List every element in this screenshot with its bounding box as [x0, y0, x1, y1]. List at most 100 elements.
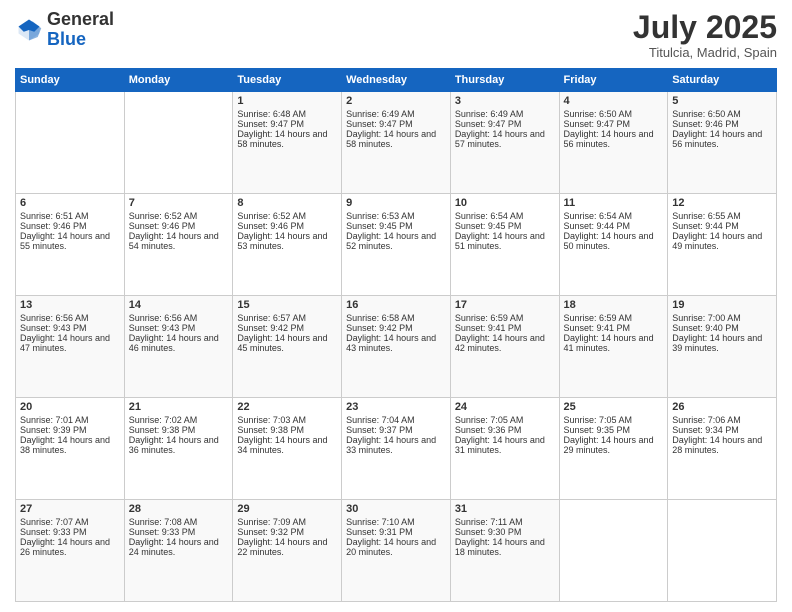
day-number: 13	[20, 299, 120, 311]
table-row: 1Sunrise: 6:48 AMSunset: 9:47 PMDaylight…	[233, 92, 342, 194]
logo-text: General Blue	[47, 10, 114, 50]
table-row: 19Sunrise: 7:00 AMSunset: 9:40 PMDayligh…	[668, 296, 777, 398]
table-row: 22Sunrise: 7:03 AMSunset: 9:38 PMDayligh…	[233, 398, 342, 500]
day-info: Sunrise: 7:03 AM	[237, 415, 337, 425]
day-info: Daylight: 14 hours and 46 minutes.	[129, 333, 229, 353]
day-number: 10	[455, 197, 555, 209]
table-row: 7Sunrise: 6:52 AMSunset: 9:46 PMDaylight…	[124, 194, 233, 296]
day-info: Daylight: 14 hours and 34 minutes.	[237, 435, 337, 455]
day-info: Daylight: 14 hours and 53 minutes.	[237, 231, 337, 251]
logo-icon	[15, 16, 43, 44]
day-info: Daylight: 14 hours and 51 minutes.	[455, 231, 555, 251]
table-row: 29Sunrise: 7:09 AMSunset: 9:32 PMDayligh…	[233, 500, 342, 602]
table-row	[559, 500, 668, 602]
day-info: Sunrise: 6:57 AM	[237, 313, 337, 323]
day-number: 4	[564, 95, 664, 107]
day-number: 28	[129, 503, 229, 515]
day-info: Sunset: 9:47 PM	[455, 119, 555, 129]
day-number: 5	[672, 95, 772, 107]
day-info: Sunrise: 6:56 AM	[129, 313, 229, 323]
col-friday: Friday	[559, 69, 668, 92]
day-info: Daylight: 14 hours and 55 minutes.	[20, 231, 120, 251]
table-row: 12Sunrise: 6:55 AMSunset: 9:44 PMDayligh…	[668, 194, 777, 296]
day-number: 26	[672, 401, 772, 413]
day-info: Sunrise: 7:09 AM	[237, 517, 337, 527]
table-row: 31Sunrise: 7:11 AMSunset: 9:30 PMDayligh…	[450, 500, 559, 602]
calendar-week-row: 13Sunrise: 6:56 AMSunset: 9:43 PMDayligh…	[16, 296, 777, 398]
day-number: 16	[346, 299, 446, 311]
table-row: 27Sunrise: 7:07 AMSunset: 9:33 PMDayligh…	[16, 500, 125, 602]
day-info: Sunrise: 6:52 AM	[237, 211, 337, 221]
day-info: Daylight: 14 hours and 26 minutes.	[20, 537, 120, 557]
day-info: Sunrise: 6:49 AM	[455, 109, 555, 119]
day-info: Sunset: 9:43 PM	[129, 323, 229, 333]
table-row: 3Sunrise: 6:49 AMSunset: 9:47 PMDaylight…	[450, 92, 559, 194]
day-info: Sunset: 9:41 PM	[564, 323, 664, 333]
day-info: Daylight: 14 hours and 28 minutes.	[672, 435, 772, 455]
day-info: Sunset: 9:34 PM	[672, 425, 772, 435]
table-row: 30Sunrise: 7:10 AMSunset: 9:31 PMDayligh…	[342, 500, 451, 602]
day-info: Daylight: 14 hours and 20 minutes.	[346, 537, 446, 557]
day-info: Sunrise: 6:58 AM	[346, 313, 446, 323]
table-row: 18Sunrise: 6:59 AMSunset: 9:41 PMDayligh…	[559, 296, 668, 398]
day-info: Sunset: 9:30 PM	[455, 527, 555, 537]
table-row: 16Sunrise: 6:58 AMSunset: 9:42 PMDayligh…	[342, 296, 451, 398]
day-number: 19	[672, 299, 772, 311]
col-tuesday: Tuesday	[233, 69, 342, 92]
day-number: 25	[564, 401, 664, 413]
col-sunday: Sunday	[16, 69, 125, 92]
header: General Blue July 2025 Titulcia, Madrid,…	[15, 10, 777, 60]
day-info: Sunset: 9:46 PM	[237, 221, 337, 231]
table-row: 24Sunrise: 7:05 AMSunset: 9:36 PMDayligh…	[450, 398, 559, 500]
table-row: 28Sunrise: 7:08 AMSunset: 9:33 PMDayligh…	[124, 500, 233, 602]
day-number: 1	[237, 95, 337, 107]
calendar-week-row: 27Sunrise: 7:07 AMSunset: 9:33 PMDayligh…	[16, 500, 777, 602]
day-number: 23	[346, 401, 446, 413]
day-info: Daylight: 14 hours and 49 minutes.	[672, 231, 772, 251]
day-number: 21	[129, 401, 229, 413]
table-row	[124, 92, 233, 194]
day-info: Sunrise: 6:59 AM	[564, 313, 664, 323]
day-info: Daylight: 14 hours and 22 minutes.	[237, 537, 337, 557]
table-row	[668, 500, 777, 602]
day-info: Sunrise: 6:50 AM	[564, 109, 664, 119]
col-thursday: Thursday	[450, 69, 559, 92]
day-info: Sunrise: 6:50 AM	[672, 109, 772, 119]
day-info: Sunrise: 6:59 AM	[455, 313, 555, 323]
day-info: Daylight: 14 hours and 43 minutes.	[346, 333, 446, 353]
calendar-week-row: 20Sunrise: 7:01 AMSunset: 9:39 PMDayligh…	[16, 398, 777, 500]
day-info: Sunset: 9:36 PM	[455, 425, 555, 435]
table-row: 25Sunrise: 7:05 AMSunset: 9:35 PMDayligh…	[559, 398, 668, 500]
table-row: 4Sunrise: 6:50 AMSunset: 9:47 PMDaylight…	[559, 92, 668, 194]
day-number: 15	[237, 299, 337, 311]
day-info: Daylight: 14 hours and 56 minutes.	[672, 129, 772, 149]
table-row: 10Sunrise: 6:54 AMSunset: 9:45 PMDayligh…	[450, 194, 559, 296]
table-row: 17Sunrise: 6:59 AMSunset: 9:41 PMDayligh…	[450, 296, 559, 398]
day-info: Sunset: 9:47 PM	[237, 119, 337, 129]
day-info: Sunrise: 6:52 AM	[129, 211, 229, 221]
day-info: Sunset: 9:46 PM	[129, 221, 229, 231]
day-number: 2	[346, 95, 446, 107]
table-row: 20Sunrise: 7:01 AMSunset: 9:39 PMDayligh…	[16, 398, 125, 500]
calendar-week-row: 6Sunrise: 6:51 AMSunset: 9:46 PMDaylight…	[16, 194, 777, 296]
table-row: 15Sunrise: 6:57 AMSunset: 9:42 PMDayligh…	[233, 296, 342, 398]
table-row: 11Sunrise: 6:54 AMSunset: 9:44 PMDayligh…	[559, 194, 668, 296]
day-info: Sunrise: 6:49 AM	[346, 109, 446, 119]
day-info: Sunrise: 7:00 AM	[672, 313, 772, 323]
col-monday: Monday	[124, 69, 233, 92]
day-info: Sunset: 9:47 PM	[564, 119, 664, 129]
table-row: 21Sunrise: 7:02 AMSunset: 9:38 PMDayligh…	[124, 398, 233, 500]
day-number: 6	[20, 197, 120, 209]
day-number: 30	[346, 503, 446, 515]
day-info: Daylight: 14 hours and 58 minutes.	[346, 129, 446, 149]
day-info: Daylight: 14 hours and 41 minutes.	[564, 333, 664, 353]
col-saturday: Saturday	[668, 69, 777, 92]
day-info: Sunset: 9:32 PM	[237, 527, 337, 537]
day-number: 22	[237, 401, 337, 413]
day-info: Sunset: 9:33 PM	[20, 527, 120, 537]
day-info: Sunset: 9:47 PM	[346, 119, 446, 129]
logo-blue: Blue	[47, 29, 86, 49]
day-number: 9	[346, 197, 446, 209]
table-row: 14Sunrise: 6:56 AMSunset: 9:43 PMDayligh…	[124, 296, 233, 398]
day-info: Sunrise: 7:10 AM	[346, 517, 446, 527]
